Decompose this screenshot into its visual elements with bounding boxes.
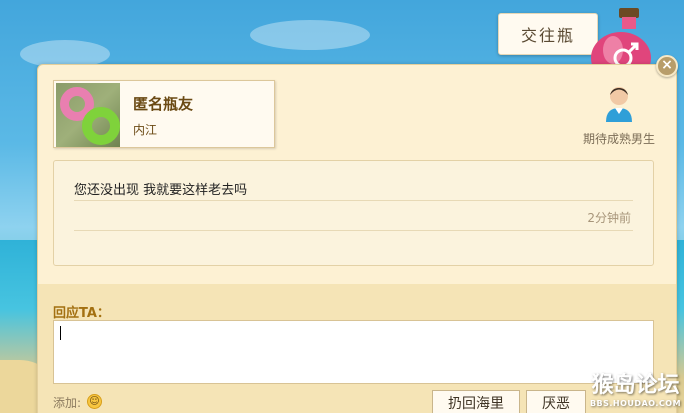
swap-bottle-label: 交往瓶 <box>520 26 575 45</box>
nickname: 匿名瓶友 <box>133 95 194 113</box>
cloud <box>250 20 370 50</box>
smile-icon[interactable]: ☺ <box>87 394 102 409</box>
disgust-button[interactable]: 厌恶 <box>526 390 586 413</box>
green-ring-image <box>82 107 120 145</box>
message-card: 您还没出现 我就要这样老去吗 2分钟前 <box>53 160 654 266</box>
reply-input[interactable] <box>53 320 654 384</box>
message-text: 您还没出现 我就要这样老去吗 <box>74 183 248 198</box>
reply-label: 回应TA： <box>53 306 110 321</box>
watermark-title: 猴岛论坛 <box>591 373 680 398</box>
throw-back-label: 扔回海里 <box>448 396 504 412</box>
divider <box>74 230 633 231</box>
close-icon[interactable]: × <box>656 55 678 77</box>
throw-back-button[interactable]: 扔回海里 <box>432 390 520 413</box>
swap-bottle-button[interactable]: 交往瓶 <box>498 13 598 55</box>
city: 内江 <box>133 123 158 137</box>
watermark: 猴岛论坛 BBS.HOUDAO.COM <box>587 372 684 413</box>
wish-text: 期待成熟男生 <box>583 132 656 146</box>
watermark-url: BBS.HOUDAO.COM <box>589 399 682 408</box>
add-label: 添加: <box>53 396 82 410</box>
text-caret <box>60 326 61 340</box>
divider <box>74 200 633 201</box>
user-icon <box>606 87 632 122</box>
disgust-label: 厌恶 <box>542 396 570 412</box>
message-time: 2分钟前 <box>587 211 631 225</box>
avatar[interactable] <box>56 83 120 147</box>
profile-card[interactable]: 匿名瓶友 内江 <box>53 80 275 148</box>
